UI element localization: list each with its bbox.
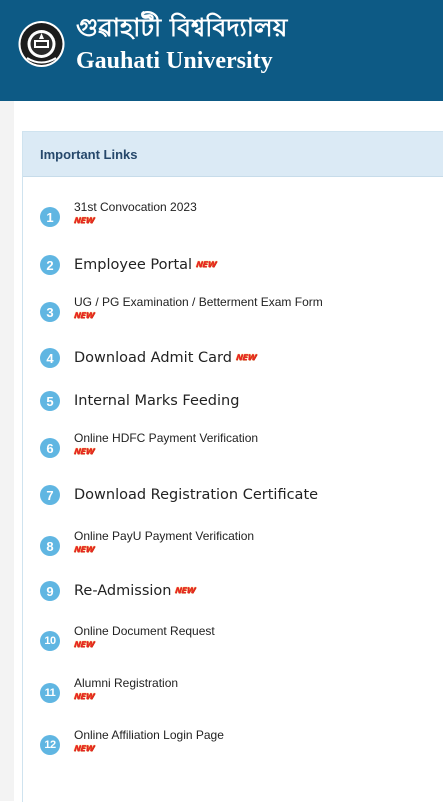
new-badge-icon: NEW [73,640,95,649]
link-text[interactable]: Internal Marks Feeding [74,391,239,411]
new-badge-icon: NEW [73,545,95,554]
link-label[interactable]: Re-Admission [74,583,171,599]
new-badge-icon: NEW [73,744,95,753]
link-text[interactable]: Online Document Request NEW [73,623,215,650]
link-text[interactable]: Employee Portal NEW [74,255,217,275]
university-name-bengali: গুৱাহাটী বিশ্ববিদ্যালয় [76,13,288,42]
new-badge-icon: NEW [235,353,257,362]
new-badge-icon: NEW [195,260,217,269]
link-label[interactable]: Online HDFC Payment Verification [74,431,258,445]
item-number-badge: 12 [40,735,60,755]
item-number-badge: 10 [40,631,60,651]
item-number-badge: 11 [40,683,60,703]
link-label[interactable]: Download Admit Card [74,350,232,366]
link-text[interactable]: Online PayU Payment Verification NEW [73,528,254,555]
item-number-badge: 6 [40,438,60,458]
link-label[interactable]: Employee Portal [74,257,192,273]
university-name-english: Gauhati University [76,48,273,74]
link-item-3[interactable]: 3 UG / PG Examination / Betterment Exam F… [40,294,323,322]
panel-heading: Important Links [23,132,443,177]
link-item-10[interactable]: 10 Online Document Request NEW [40,623,215,651]
link-text[interactable]: 31st Convocation 2023 NEW [73,199,197,226]
link-item-1[interactable]: 1 31st Convocation 2023 NEW [40,199,197,227]
link-item-9[interactable]: 9 Re-Admission NEW [40,581,196,601]
link-label[interactable]: Internal Marks Feeding [74,393,239,409]
item-number-badge: 3 [40,302,60,322]
link-label[interactable]: UG / PG Examination / Betterment Exam Fo… [74,295,323,309]
link-label[interactable]: Alumni Registration [74,676,178,690]
link-text[interactable]: Online HDFC Payment Verification NEW [73,430,258,457]
link-label[interactable]: 31st Convocation 2023 [74,200,197,214]
new-badge-icon: NEW [73,311,95,320]
new-badge-icon: NEW [73,692,95,701]
link-item-2[interactable]: 2 Employee Portal NEW [40,255,217,275]
item-number-badge: 8 [40,536,60,556]
link-text[interactable]: UG / PG Examination / Betterment Exam Fo… [73,294,323,321]
link-item-5[interactable]: 5 Internal Marks Feeding [40,391,239,411]
link-label[interactable]: Online Document Request [74,624,215,638]
link-item-4[interactable]: 4 Download Admit Card NEW [40,348,257,368]
item-number-badge: 9 [40,581,60,601]
link-label[interactable]: Online PayU Payment Verification [74,529,254,543]
link-item-6[interactable]: 6 Online HDFC Payment Verification NEW [40,430,258,458]
link-label[interactable]: Download Registration Certificate [74,487,318,503]
new-badge-icon: NEW [73,216,95,225]
link-item-12[interactable]: 12 Online Affiliation Login Page NEW [40,727,224,755]
university-seal-icon[interactable] [17,9,66,79]
item-number-badge: 7 [40,485,60,505]
item-number-badge: 2 [40,255,60,275]
site-header: গুৱাহাটী বিশ্ববিদ্যালয় Gauhati Universi… [0,0,443,101]
item-number-badge: 5 [40,391,60,411]
link-item-11[interactable]: 11 Alumni Registration NEW [40,675,178,703]
new-badge-icon: NEW [73,447,95,456]
link-text[interactable]: Alumni Registration NEW [73,675,178,702]
important-links-panel: Important Links 1 31st Convocation 2023 NE… [22,131,443,802]
link-label[interactable]: Online Affiliation Login Page [74,728,224,742]
link-item-8[interactable]: 8 Online PayU Payment Verification NEW [40,528,254,556]
new-badge-icon: NEW [174,586,197,595]
item-number-badge: 1 [40,207,60,227]
left-rail [0,101,14,801]
link-text[interactable]: Download Admit Card NEW [74,348,257,368]
link-text[interactable]: Re-Admission NEW [74,581,196,601]
link-item-7[interactable]: 7 Download Registration Certificate [40,485,318,505]
link-text[interactable]: Download Registration Certificate [74,485,318,505]
item-number-badge: 4 [40,348,60,368]
link-text[interactable]: Online Affiliation Login Page NEW [73,727,224,754]
